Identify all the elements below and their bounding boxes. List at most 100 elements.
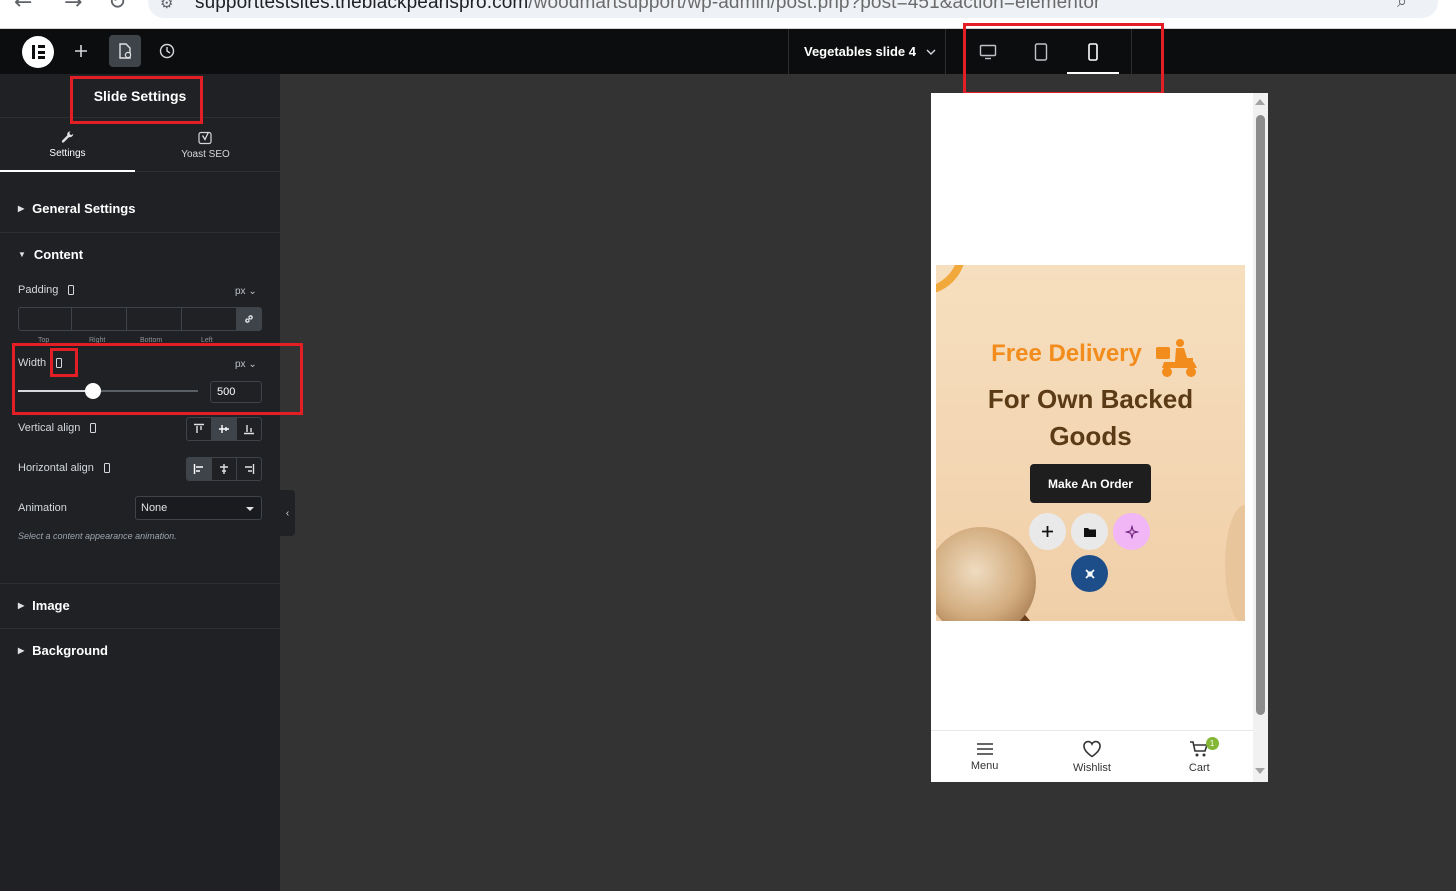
align-top-button[interactable] — [187, 418, 212, 440]
align-center-button[interactable] — [212, 458, 237, 480]
preview-scrollbar[interactable] — [1253, 93, 1268, 782]
bottom-nav-menu-label: Menu — [970, 759, 999, 772]
forward-icon[interactable]: → — [64, 0, 82, 15]
horizontal-align-label-text: Horizontal align — [18, 462, 94, 474]
elementor-kit-icon — [1084, 568, 1095, 579]
ai-button[interactable] — [1113, 513, 1150, 550]
add-element-button[interactable] — [65, 35, 97, 67]
editor-topbar: Vegetables slide 4 — [0, 29, 1456, 74]
cart-count-badge: 1 — [1205, 737, 1219, 750]
align-middle-button[interactable] — [212, 418, 237, 440]
bottom-nav-cart-label: Cart — [1188, 761, 1210, 774]
logo-bar — [38, 56, 45, 59]
responsive-mobile-icon[interactable] — [103, 463, 110, 473]
tab-yoast-seo[interactable]: Yoast SEO — [138, 119, 273, 172]
align-left-icon — [193, 464, 203, 474]
collapse-panel-button[interactable]: ‹ — [280, 490, 295, 536]
bottom-nav-wishlist[interactable]: Wishlist — [1038, 731, 1145, 782]
horizontal-align-label: Horizontal align — [18, 462, 110, 474]
history-icon — [159, 43, 175, 59]
section-general-settings[interactable]: ▶ General Settings — [0, 186, 280, 230]
section-background-label: Background — [32, 642, 108, 658]
slide-line-3: Goods — [1049, 421, 1132, 451]
document-title-dropdown[interactable]: Vegetables slide 4 — [788, 29, 946, 74]
horizontal-align-choices — [186, 457, 262, 481]
heart-icon — [1083, 740, 1101, 757]
site-info-icon[interactable]: ⚙ — [160, 0, 173, 12]
wrench-icon — [61, 131, 73, 143]
caret-right-icon: ▶ — [18, 600, 25, 610]
slide-line-2: For Own Backed — [987, 384, 1194, 414]
annotation-box-responsive-icon — [50, 348, 78, 377]
link-icon — [245, 315, 253, 323]
tab-settings[interactable]: Settings — [0, 119, 135, 172]
align-right-button[interactable] — [237, 458, 261, 480]
reload-icon[interactable]: ↻ — [108, 0, 126, 15]
plus-icon — [1042, 526, 1053, 537]
bottom-nav-cart[interactable]: 1 Cart — [1146, 731, 1253, 782]
align-top-icon — [194, 423, 204, 433]
slide: Free Delivery For Own Backed Goods Make … — [936, 265, 1245, 621]
bottom-nav-menu[interactable]: Menu — [931, 731, 1038, 782]
bottom-nav-bar: Menu Wishlist 1 Cart — [931, 730, 1253, 782]
scroll-up-icon[interactable] — [1255, 99, 1265, 105]
url-path: /woodmartsupport/wp-admin/post.php?post=… — [528, 0, 1101, 13]
chevron-down-icon — [926, 49, 936, 55]
align-bottom-button[interactable] — [237, 418, 261, 440]
page-settings-icon — [119, 43, 132, 59]
url-host: supporttestsites.theblackpearlspro.com — [195, 0, 529, 13]
tab-settings-label: Settings — [49, 148, 86, 159]
bottom-nav-wishlist-label: Wishlist — [1073, 761, 1111, 774]
responsive-mobile-icon[interactable] — [68, 285, 75, 295]
padding-left-input[interactable] — [181, 307, 237, 331]
padding-unit-select[interactable]: px ⌄ — [235, 286, 257, 297]
section-image-label: Image — [32, 597, 70, 613]
document-title: Vegetables slide 4 — [804, 44, 917, 59]
padding-label: Padding — [18, 284, 75, 296]
page-settings-button[interactable] — [109, 35, 141, 67]
section-general-label: General Settings — [32, 200, 136, 216]
padding-top-input[interactable] — [18, 307, 72, 331]
add-template-button[interactable] — [1071, 513, 1108, 550]
scroll-down-icon[interactable] — [1255, 768, 1265, 774]
url-text[interactable]: supporttestsites.theblackpearlspro.com/w… — [195, 0, 1100, 14]
vertical-align-choices — [186, 417, 262, 441]
animation-select-value: None — [141, 502, 168, 514]
section-background[interactable]: ▶ Background — [0, 628, 280, 672]
padding-bottom-input[interactable] — [126, 307, 182, 331]
section-content[interactable]: ▼ Content — [0, 232, 280, 276]
make-order-button[interactable]: Make An Order — [1030, 464, 1151, 503]
back-icon[interactable]: ← — [14, 0, 32, 15]
section-content-label: Content — [33, 246, 84, 262]
vertical-align-label-text: Vertical align — [18, 422, 81, 434]
align-center-icon — [220, 464, 228, 474]
mobile-preview: Free Delivery For Own Backed Goods Make … — [931, 93, 1268, 782]
folder-icon — [1083, 527, 1096, 537]
elementor-logo-icon[interactable] — [22, 36, 54, 68]
link-values-button[interactable] — [236, 307, 262, 331]
delivery-scooter-icon — [1156, 339, 1197, 377]
plus-icon — [75, 45, 87, 57]
search-icon[interactable]: ⌕ — [1397, 0, 1407, 12]
scrollbar-thumb[interactable] — [1256, 115, 1265, 715]
elementor-kit-button[interactable] — [1071, 555, 1108, 592]
bread-image — [936, 527, 1036, 621]
decorative-arc — [936, 265, 966, 295]
responsive-mobile-icon[interactable] — [90, 423, 97, 433]
dropdown-arrow-icon — [246, 507, 254, 511]
caret-right-icon: ▶ — [18, 203, 25, 213]
animation-select[interactable]: None — [135, 496, 262, 520]
caret-right-icon: ▶ — [18, 645, 25, 655]
browser-address-bar: ← → ↻ ⚙ supporttestsites.theblackpearlsp… — [0, 0, 1456, 29]
section-image[interactable]: ▶ Image — [0, 583, 280, 627]
padding-unit: px — [235, 286, 246, 297]
caret-down-icon: ▼ — [18, 249, 26, 259]
align-bottom-icon — [244, 425, 254, 435]
logo-bar — [32, 45, 35, 59]
add-section-button[interactable] — [1029, 513, 1066, 550]
align-left-button[interactable] — [187, 458, 212, 480]
align-middle-icon — [219, 425, 229, 433]
padding-right-input[interactable] — [71, 307, 127, 331]
tab-yoast-label: Yoast SEO — [181, 149, 230, 160]
history-button[interactable] — [151, 35, 183, 67]
